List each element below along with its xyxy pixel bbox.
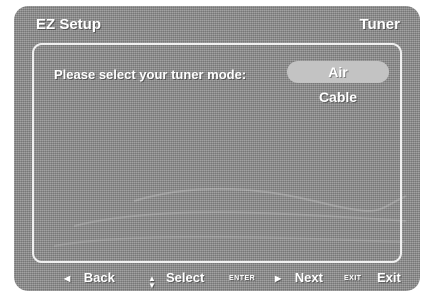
- next-label: Next: [294, 270, 323, 285]
- menu-section-title: Tuner: [359, 16, 400, 33]
- triangle-left-icon: ◀: [64, 274, 71, 284]
- exit-key-text: EXIT: [344, 275, 362, 283]
- enter-key-label: ENTER: [229, 270, 255, 285]
- option-cable[interactable]: Cable: [287, 86, 389, 108]
- back-label: Back: [83, 270, 115, 285]
- menu-title: EZ Setup: [36, 16, 102, 33]
- next-hint[interactable]: ▶ Next: [275, 270, 323, 285]
- ez-setup-screen: EZ Setup Tuner Please select your tuner …: [14, 6, 420, 291]
- exit-label[interactable]: Exit: [377, 270, 401, 285]
- up-down-arrows-icon: ▲ ▼: [148, 274, 156, 290]
- option-air[interactable]: Air: [287, 61, 389, 83]
- enter-key-text: ENTER: [229, 275, 256, 283]
- footer-hints: ◀ Back ▲ ▼ Select ENTER ▶ Next EXIT Exit: [14, 270, 420, 290]
- select-hint[interactable]: ▲ ▼: [148, 270, 156, 289]
- triangle-right-icon: ▶: [275, 274, 282, 284]
- back-hint[interactable]: ◀ Back: [64, 270, 115, 285]
- select-label: Select: [166, 270, 205, 285]
- tuner-mode-prompt: Please select your tuner mode:: [54, 67, 247, 82]
- exit-key-label: EXIT: [344, 270, 362, 285]
